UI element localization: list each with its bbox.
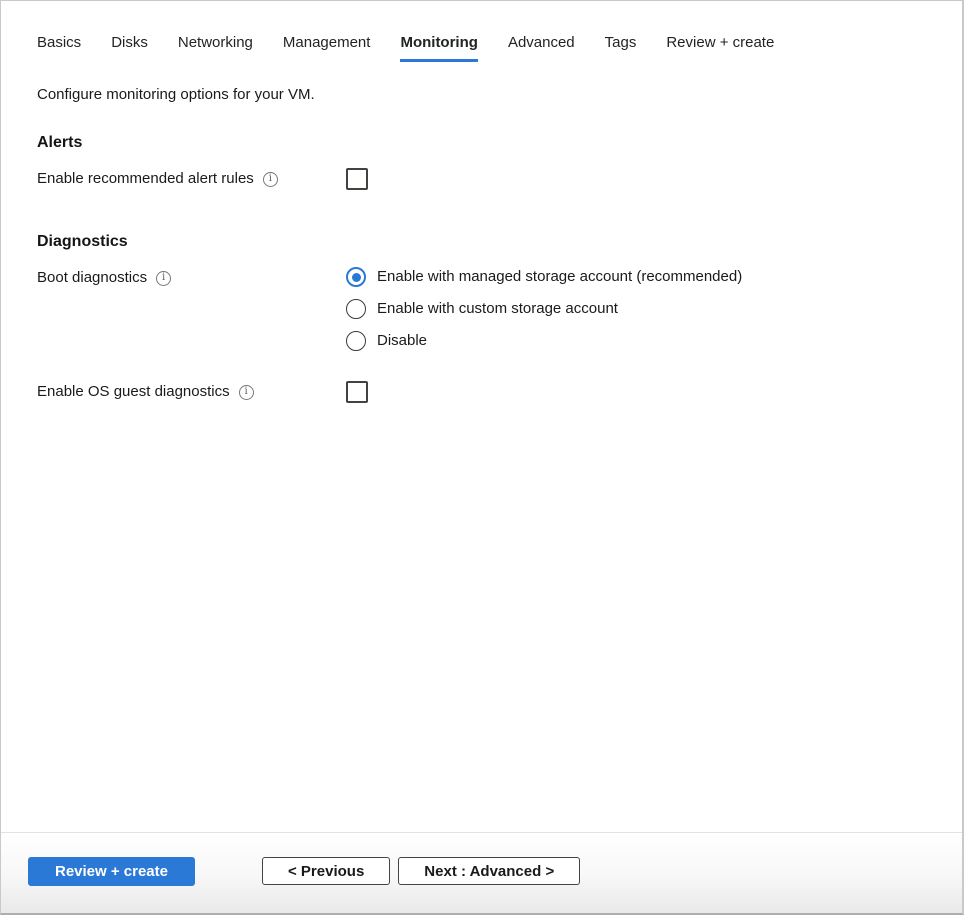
os-guest-diagnostics-label: Enable OS guest diagnostics xyxy=(37,381,230,403)
wizard-footer: Review + create < Previous Next : Advanc… xyxy=(1,832,962,913)
tab-monitoring[interactable]: Monitoring xyxy=(400,33,477,62)
radio-enable-custom-storage[interactable]: Enable with custom storage account xyxy=(346,299,742,319)
alert-rules-label-cell: Enable recommended alert rules i xyxy=(37,168,346,190)
tab-review-create[interactable]: Review + create xyxy=(666,33,774,62)
os-guest-label-cell: Enable OS guest diagnostics i xyxy=(37,381,346,403)
info-icon[interactable]: i xyxy=(239,385,254,400)
os-guest-diagnostics-row: Enable OS guest diagnostics i xyxy=(37,381,926,403)
previous-button[interactable]: < Previous xyxy=(262,857,390,885)
next-advanced-button[interactable]: Next : Advanced > xyxy=(398,857,580,885)
page-description: Configure monitoring options for your VM… xyxy=(37,86,926,103)
tab-content: Basics Disks Networking Management Monit… xyxy=(1,1,962,403)
boot-diagnostics-radio-group: Enable with managed storage account (rec… xyxy=(346,267,742,351)
tab-management[interactable]: Management xyxy=(283,33,371,62)
info-icon[interactable]: i xyxy=(156,271,171,286)
radio-disable[interactable]: Disable xyxy=(346,331,742,351)
radio-button-icon[interactable] xyxy=(346,299,366,319)
radio-button-icon[interactable] xyxy=(346,267,366,287)
review-create-button[interactable]: Review + create xyxy=(28,857,195,886)
info-icon[interactable]: i xyxy=(263,172,278,187)
radio-button-icon[interactable] xyxy=(346,331,366,351)
tab-advanced[interactable]: Advanced xyxy=(508,33,575,62)
radio-enable-managed-storage[interactable]: Enable with managed storage account (rec… xyxy=(346,267,742,287)
create-vm-monitoring-pane: Basics Disks Networking Management Monit… xyxy=(0,0,964,915)
boot-diagnostics-label-cell: Boot diagnostics i xyxy=(37,267,346,289)
tab-tags[interactable]: Tags xyxy=(605,33,637,62)
boot-diagnostics-row: Boot diagnostics i Enable with managed s… xyxy=(37,267,926,351)
alerts-heading: Alerts xyxy=(37,134,926,152)
wizard-tab-bar: Basics Disks Networking Management Monit… xyxy=(37,33,926,62)
alert-rules-label: Enable recommended alert rules xyxy=(37,168,254,190)
tab-disks[interactable]: Disks xyxy=(111,33,148,62)
radio-label: Enable with managed storage account (rec… xyxy=(377,267,742,287)
radio-label: Enable with custom storage account xyxy=(377,299,618,319)
diagnostics-heading: Diagnostics xyxy=(37,233,926,251)
alert-rules-row: Enable recommended alert rules i xyxy=(37,168,926,190)
boot-diagnostics-label: Boot diagnostics xyxy=(37,267,147,289)
alert-rules-checkbox[interactable] xyxy=(346,168,368,190)
tab-basics[interactable]: Basics xyxy=(37,33,81,62)
radio-label: Disable xyxy=(377,331,427,351)
os-guest-diagnostics-checkbox[interactable] xyxy=(346,381,368,403)
tab-networking[interactable]: Networking xyxy=(178,33,253,62)
